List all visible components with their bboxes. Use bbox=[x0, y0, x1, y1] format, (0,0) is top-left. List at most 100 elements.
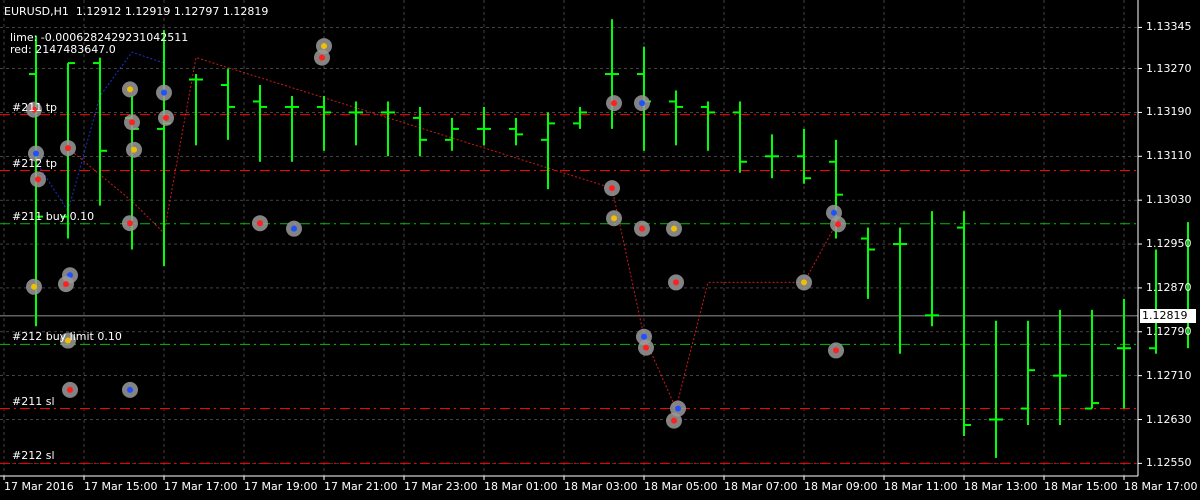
trade-marker-dot bbox=[611, 100, 617, 107]
price-axis-label: 1.13345 bbox=[1146, 20, 1192, 34]
trade-marker-icon[interactable] bbox=[60, 140, 76, 157]
trade-marker-icon[interactable] bbox=[826, 204, 842, 221]
trade-marker-dot bbox=[63, 281, 69, 288]
trade-marker-icon[interactable] bbox=[604, 180, 620, 197]
trade-marker-dot bbox=[643, 344, 649, 351]
price-axis-label: 1.12630 bbox=[1146, 412, 1192, 426]
time-axis-label: 17 Mar 17:00 bbox=[164, 480, 238, 493]
trade-marker-dot bbox=[163, 114, 169, 121]
ohlc-bar bbox=[253, 85, 267, 162]
order-level-label[interactable]: #212 sl bbox=[12, 450, 55, 462]
trade-marker-icon[interactable] bbox=[316, 38, 332, 55]
trade-marker-dot bbox=[609, 185, 615, 192]
trade-marker-dot bbox=[835, 221, 841, 228]
order-level-label[interactable]: #212 tp bbox=[12, 157, 57, 170]
trade-marker-icon[interactable] bbox=[124, 114, 140, 131]
trade-marker-dot bbox=[641, 333, 647, 340]
order-level-label[interactable]: #211 sl bbox=[12, 395, 55, 408]
order-level-label[interactable]: #212 buy limit 0.10 bbox=[12, 331, 122, 343]
order-level-label[interactable]: #211 tp bbox=[12, 101, 57, 114]
trade-marker-icon[interactable] bbox=[30, 171, 46, 188]
trade-marker-dot bbox=[131, 146, 137, 153]
ohlc-bar bbox=[701, 101, 715, 151]
time-axis-label: 17 Mar 21:00 bbox=[324, 480, 398, 493]
time-axis-label: 18 Mar 05:00 bbox=[644, 480, 718, 493]
ohlc-bar bbox=[573, 106, 587, 129]
trade-marker-icon[interactable] bbox=[252, 215, 268, 232]
trade-marker-icon[interactable] bbox=[122, 81, 138, 98]
price-chart[interactable] bbox=[0, 0, 1200, 500]
time-axis-label: 18 Mar 09:00 bbox=[804, 480, 878, 493]
time-axis-label: 18 Mar 03:00 bbox=[564, 480, 638, 493]
trade-marker-icon[interactable] bbox=[606, 210, 622, 227]
trade-marker-icon[interactable] bbox=[122, 215, 138, 232]
chart-window[interactable]: EURUSD,H1 1.12912 1.12919 1.12797 1.1281… bbox=[0, 0, 1200, 500]
ohlc-bar bbox=[957, 211, 971, 436]
ohlc-bar bbox=[285, 95, 299, 162]
red-readout: red: 2147483647.0 bbox=[10, 43, 116, 56]
trade-marker-icon[interactable] bbox=[122, 381, 138, 398]
ohlc-bar bbox=[989, 320, 1003, 458]
price-axis-label: 1.13030 bbox=[1146, 193, 1192, 207]
trade-marker-dot bbox=[833, 347, 839, 354]
trade-marker-dot bbox=[671, 225, 677, 232]
trade-marker-dot bbox=[673, 279, 679, 286]
time-axis-label: 18 Mar 15:00 bbox=[1044, 480, 1118, 493]
symbol-label: EURUSD,H1 bbox=[4, 5, 69, 18]
ohlc-bar bbox=[1117, 298, 1131, 409]
trade-marker-icon[interactable] bbox=[286, 220, 302, 237]
time-axis-label: 17 Mar 23:00 bbox=[404, 480, 478, 493]
ohlc-bar bbox=[157, 30, 171, 266]
time-axis-label: 17 Mar 19:00 bbox=[244, 480, 318, 493]
trade-marker-dot bbox=[127, 386, 133, 393]
trade-marker-dot bbox=[321, 43, 327, 50]
trade-marker-dot bbox=[33, 150, 39, 157]
trade-marker-dot bbox=[127, 220, 133, 227]
trade-marker-dot bbox=[639, 225, 645, 232]
ohlc-bar bbox=[893, 227, 907, 354]
ohlc-values: 1.12912 1.12919 1.12797 1.12819 bbox=[75, 5, 269, 18]
time-axis-label: 17 Mar 15:00 bbox=[84, 480, 158, 493]
trade-marker-icon[interactable] bbox=[666, 220, 682, 237]
trade-marker-dot bbox=[639, 100, 645, 107]
trade-marker-icon[interactable] bbox=[634, 95, 650, 112]
time-axis-label: 18 Mar 17:00 bbox=[1124, 480, 1198, 493]
trade-marker-icon[interactable] bbox=[158, 109, 174, 126]
trade-marker-dot bbox=[671, 417, 677, 424]
trade-marker-icon[interactable] bbox=[606, 95, 622, 112]
time-axis-label: 18 Mar 07:00 bbox=[724, 480, 798, 493]
trade-marker-icon[interactable] bbox=[668, 274, 684, 291]
trade-marker-icon[interactable] bbox=[126, 141, 142, 158]
trade-marker-icon[interactable] bbox=[828, 342, 844, 359]
trade-marker-icon[interactable] bbox=[638, 339, 654, 356]
trade-marker-dot bbox=[31, 283, 37, 290]
order-level-label[interactable]: #211 buy 0.10 bbox=[12, 210, 94, 223]
current-price-marker: 1.12819 bbox=[1140, 308, 1196, 323]
ohlc-bar bbox=[1021, 320, 1035, 425]
trade-marker-dot bbox=[35, 176, 41, 183]
trade-marker-dot bbox=[129, 119, 135, 126]
ohlc-bar bbox=[189, 74, 203, 146]
ohlc-bar bbox=[381, 101, 395, 157]
ohlc-bar bbox=[93, 57, 107, 206]
ohlc-bar bbox=[669, 90, 683, 146]
price-axis-label: 1.13270 bbox=[1146, 61, 1192, 75]
trade-marker-icon[interactable] bbox=[666, 412, 682, 429]
price-axis-label: 1.12710 bbox=[1146, 368, 1192, 382]
trade-marker-dot bbox=[257, 220, 263, 227]
ohlc-bar bbox=[317, 95, 331, 151]
ohlc-bar bbox=[509, 117, 523, 146]
trade-marker-icon[interactable] bbox=[796, 274, 812, 291]
trade-marker-icon[interactable] bbox=[58, 276, 74, 293]
trade-marker-icon[interactable] bbox=[156, 84, 172, 101]
ohlc-bar bbox=[541, 112, 555, 190]
trade-marker-icon[interactable] bbox=[62, 381, 78, 398]
time-axis-label: 18 Mar 11:00 bbox=[884, 480, 958, 493]
trade-marker-dot bbox=[675, 405, 681, 412]
trade-marker-icon[interactable] bbox=[634, 220, 650, 237]
trade-marker-dot bbox=[67, 386, 73, 393]
trade-marker-dot bbox=[611, 215, 617, 222]
ohlc-bar bbox=[1149, 249, 1163, 354]
trade-marker-dot bbox=[801, 279, 807, 286]
trade-marker-icon[interactable] bbox=[26, 278, 42, 295]
